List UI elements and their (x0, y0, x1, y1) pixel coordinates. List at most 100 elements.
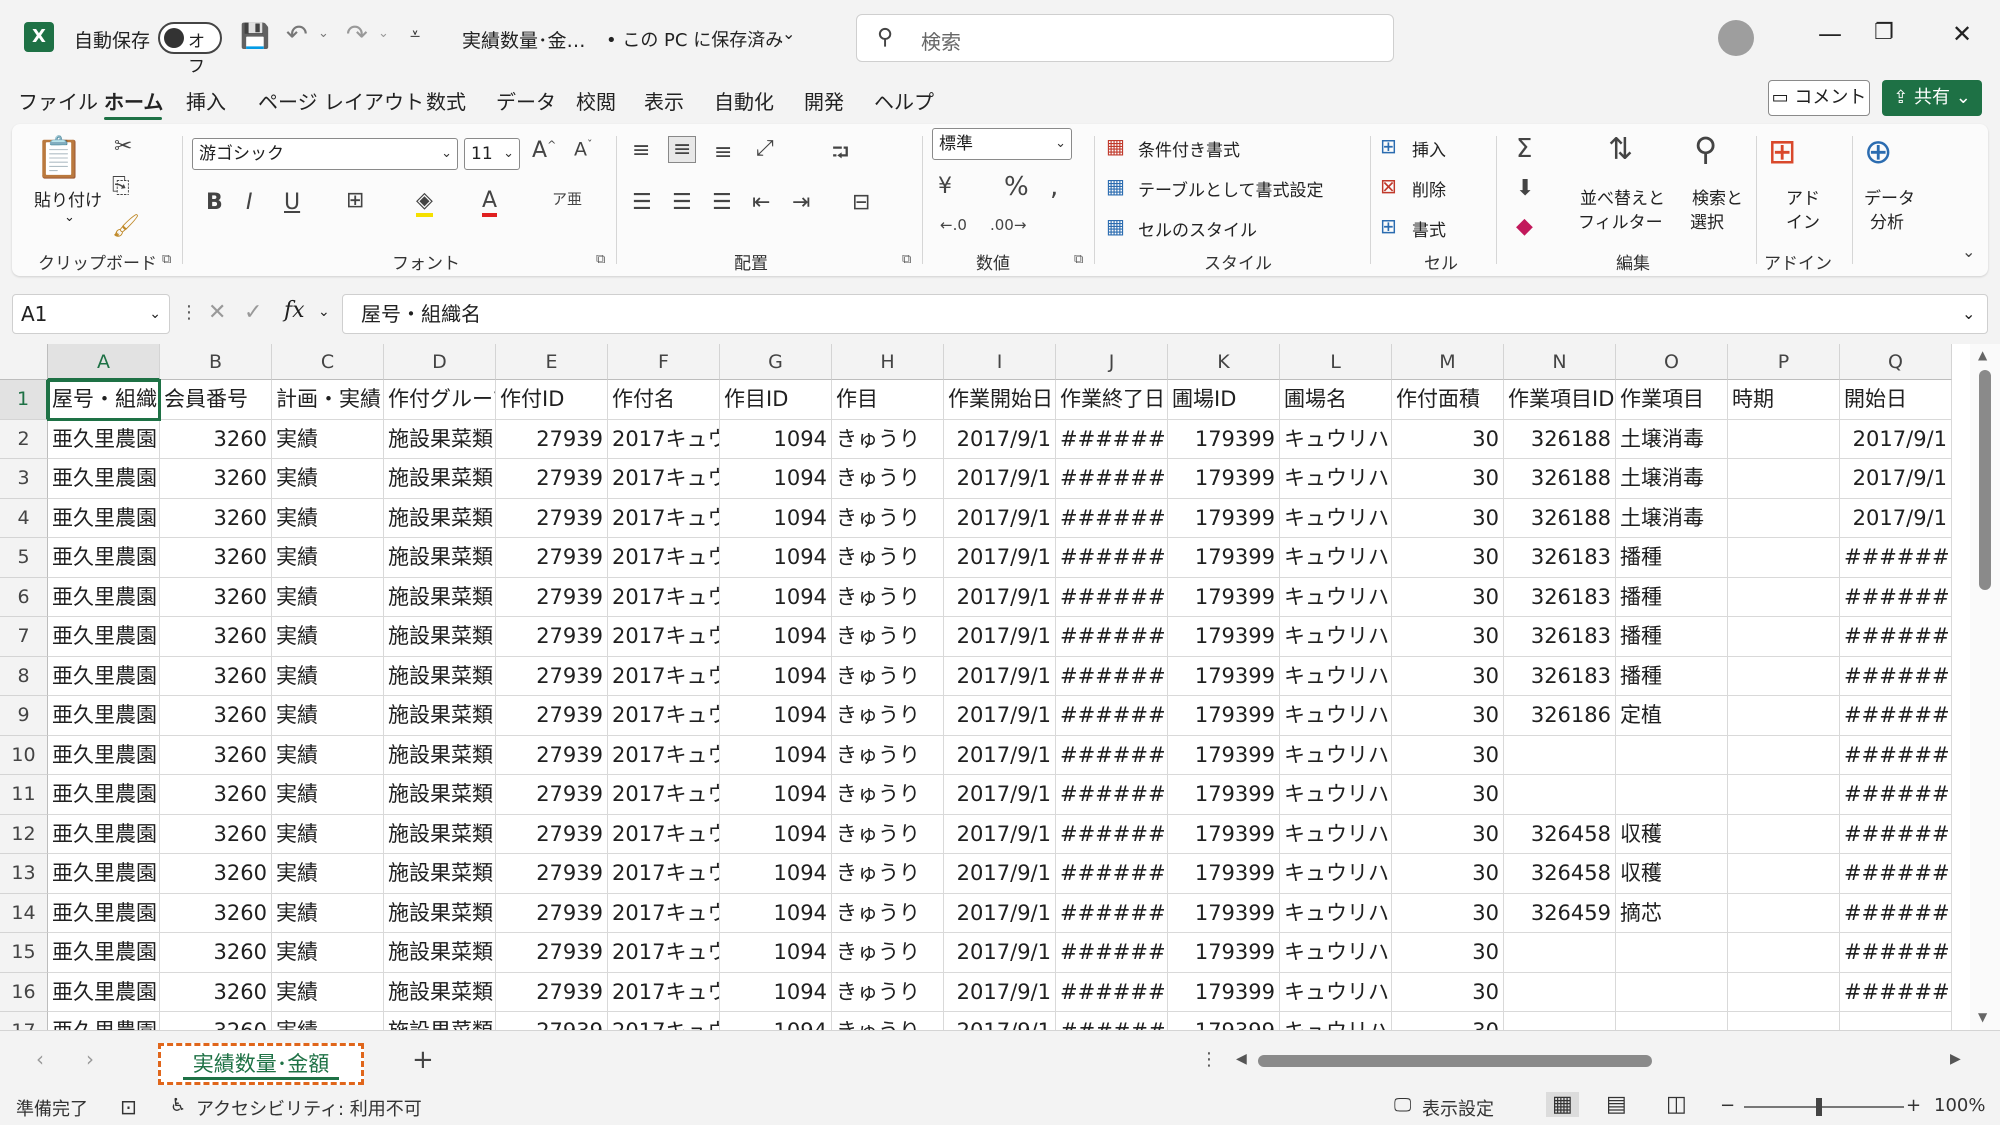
data-cell[interactable]: 3260 (160, 577, 272, 617)
data-cell[interactable]: 3260 (160, 972, 272, 1012)
copy-icon[interactable]: ⎘ (112, 174, 130, 199)
underline-icon[interactable]: U (284, 190, 300, 215)
scroll-right-icon[interactable]: ▶ (1950, 1051, 1961, 1067)
data-cell[interactable]: きゅうり (832, 656, 944, 696)
data-cell[interactable] (1728, 814, 1840, 854)
data-cell[interactable]: 土壌消毒 (1616, 419, 1728, 459)
data-cell[interactable]: 3260 (160, 775, 272, 815)
scroll-down-icon[interactable]: ▼ (1978, 1010, 1987, 1024)
data-cell[interactable]: ####### (1056, 854, 1168, 894)
addins-label-1[interactable]: アド (1786, 184, 1820, 209)
data-cell[interactable]: 179399 (1168, 775, 1280, 815)
font-size-combo[interactable]: 11 ⌄ (464, 138, 520, 170)
header-cell[interactable]: 作付ID (496, 380, 608, 420)
data-cell[interactable]: 2017/9/1 (1840, 498, 1952, 538)
data-cell[interactable] (1728, 498, 1840, 538)
addins-icon[interactable]: ⊞ (1768, 132, 1797, 172)
data-cell[interactable]: きゅうり (832, 617, 944, 657)
column-header[interactable]: H (832, 344, 944, 380)
data-cell[interactable]: 亜久里農園 (48, 459, 160, 499)
data-cell[interactable] (1616, 1012, 1728, 1030)
data-cell[interactable]: 30 (1392, 972, 1504, 1012)
row-header[interactable]: 15 (0, 933, 48, 973)
data-cell[interactable]: 播種 (1616, 617, 1728, 657)
decrease-decimal-icon[interactable]: .00→ (990, 216, 1026, 234)
header-cell[interactable]: 作目 (832, 380, 944, 420)
undo-dropdown-icon[interactable]: ⌄ (318, 26, 329, 41)
row-header[interactable]: 4 (0, 498, 48, 538)
header-cell[interactable]: 会員番号 (160, 380, 272, 420)
header-cell[interactable]: 作業開始日 (944, 380, 1056, 420)
data-cell[interactable]: 実績 (272, 1012, 384, 1030)
document-title[interactable]: 実績数量･金… (462, 26, 586, 53)
data-cell[interactable] (1616, 735, 1728, 775)
data-cell[interactable]: 3260 (160, 656, 272, 696)
data-cell[interactable]: 2017/9/1 (944, 1012, 1056, 1030)
data-cell[interactable]: 1094 (720, 696, 832, 736)
data-cell[interactable]: 施設果菜類 (384, 459, 496, 499)
data-cell[interactable]: 2017/9/1 (944, 459, 1056, 499)
conditional-format-button[interactable]: 条件付き書式 (1138, 136, 1240, 161)
data-cell[interactable]: 収穫 (1616, 854, 1728, 894)
data-cell[interactable]: ####### (1840, 933, 1952, 973)
data-cell[interactable]: 実績 (272, 577, 384, 617)
row-header[interactable]: 12 (0, 814, 48, 854)
data-cell[interactable]: 実績 (272, 933, 384, 973)
data-cell[interactable] (1728, 419, 1840, 459)
header-cell[interactable]: 作業終了日 (1056, 380, 1168, 420)
data-cell[interactable]: 326188 (1504, 419, 1616, 459)
column-header[interactable]: O (1616, 344, 1728, 380)
header-cell[interactable]: 時期 (1728, 380, 1840, 420)
horizontal-scroll-thumb[interactable] (1258, 1055, 1652, 1067)
data-cell[interactable]: 326458 (1504, 854, 1616, 894)
data-cell[interactable]: ####### (1056, 419, 1168, 459)
data-cell[interactable]: 326188 (1504, 459, 1616, 499)
restore-icon[interactable]: ❐ (1874, 20, 1894, 45)
data-cell[interactable]: ####### (1056, 459, 1168, 499)
delete-cells-button[interactable]: 削除 (1412, 176, 1446, 201)
data-cell[interactable]: 30 (1392, 814, 1504, 854)
data-cell[interactable]: 実績 (272, 854, 384, 894)
data-cell[interactable]: 179399 (1168, 538, 1280, 578)
confirm-entry-icon[interactable]: ✓ (244, 300, 262, 325)
data-cell[interactable]: キュウリハウス (1280, 498, 1392, 538)
data-cell[interactable]: 179399 (1168, 459, 1280, 499)
data-cell[interactable] (1728, 696, 1840, 736)
increase-font-icon[interactable]: A^ (532, 138, 556, 163)
data-cell[interactable]: 30 (1392, 498, 1504, 538)
tab-options-icon[interactable]: ⋮ (1200, 1049, 1218, 1070)
data-cell[interactable]: 施設果菜類 (384, 656, 496, 696)
bold-icon[interactable]: B (206, 190, 223, 215)
data-cell[interactable]: 土壌消毒 (1616, 498, 1728, 538)
currency-icon[interactable]: ¥ (938, 174, 952, 199)
column-header[interactable]: L (1280, 344, 1392, 380)
data-cell[interactable]: きゅうり (832, 459, 944, 499)
data-cell[interactable]: ####### (1056, 735, 1168, 775)
row-header[interactable]: 7 (0, 617, 48, 657)
row-header[interactable]: 5 (0, 538, 48, 578)
clear-icon[interactable]: ◆ (1516, 214, 1533, 239)
row-header[interactable]: 3 (0, 459, 48, 499)
autosave-toggle[interactable]: オフ (158, 22, 222, 77)
data-cell[interactable] (1728, 735, 1840, 775)
data-cell[interactable]: 亜久里農園 (48, 933, 160, 973)
data-cell[interactable]: 2017/9/1 (1840, 459, 1952, 499)
align-bottom-icon[interactable]: ≡ (714, 140, 732, 165)
data-cell[interactable]: 1094 (720, 498, 832, 538)
data-cell[interactable]: ####### (1056, 933, 1168, 973)
data-cell[interactable]: 1094 (720, 814, 832, 854)
decrease-font-icon[interactable]: Aˇ (574, 138, 593, 160)
data-cell[interactable]: 179399 (1168, 814, 1280, 854)
data-analysis-label-2[interactable]: 分析 (1870, 208, 1904, 233)
data-cell[interactable]: 亜久里農園 (48, 972, 160, 1012)
data-cell[interactable]: 実績 (272, 696, 384, 736)
data-cell[interactable]: 2017キュウリ (608, 854, 720, 894)
save-status[interactable]: • この PC に保存済み (606, 26, 783, 52)
row-header[interactable]: 1 (0, 380, 48, 420)
data-cell[interactable]: 1094 (720, 577, 832, 617)
data-cell[interactable]: 1094 (720, 854, 832, 894)
data-cell[interactable]: ####### (1840, 696, 1952, 736)
data-analysis-label-1[interactable]: データ (1864, 184, 1915, 209)
data-cell[interactable]: 179399 (1168, 617, 1280, 657)
data-cell[interactable]: 1094 (720, 538, 832, 578)
